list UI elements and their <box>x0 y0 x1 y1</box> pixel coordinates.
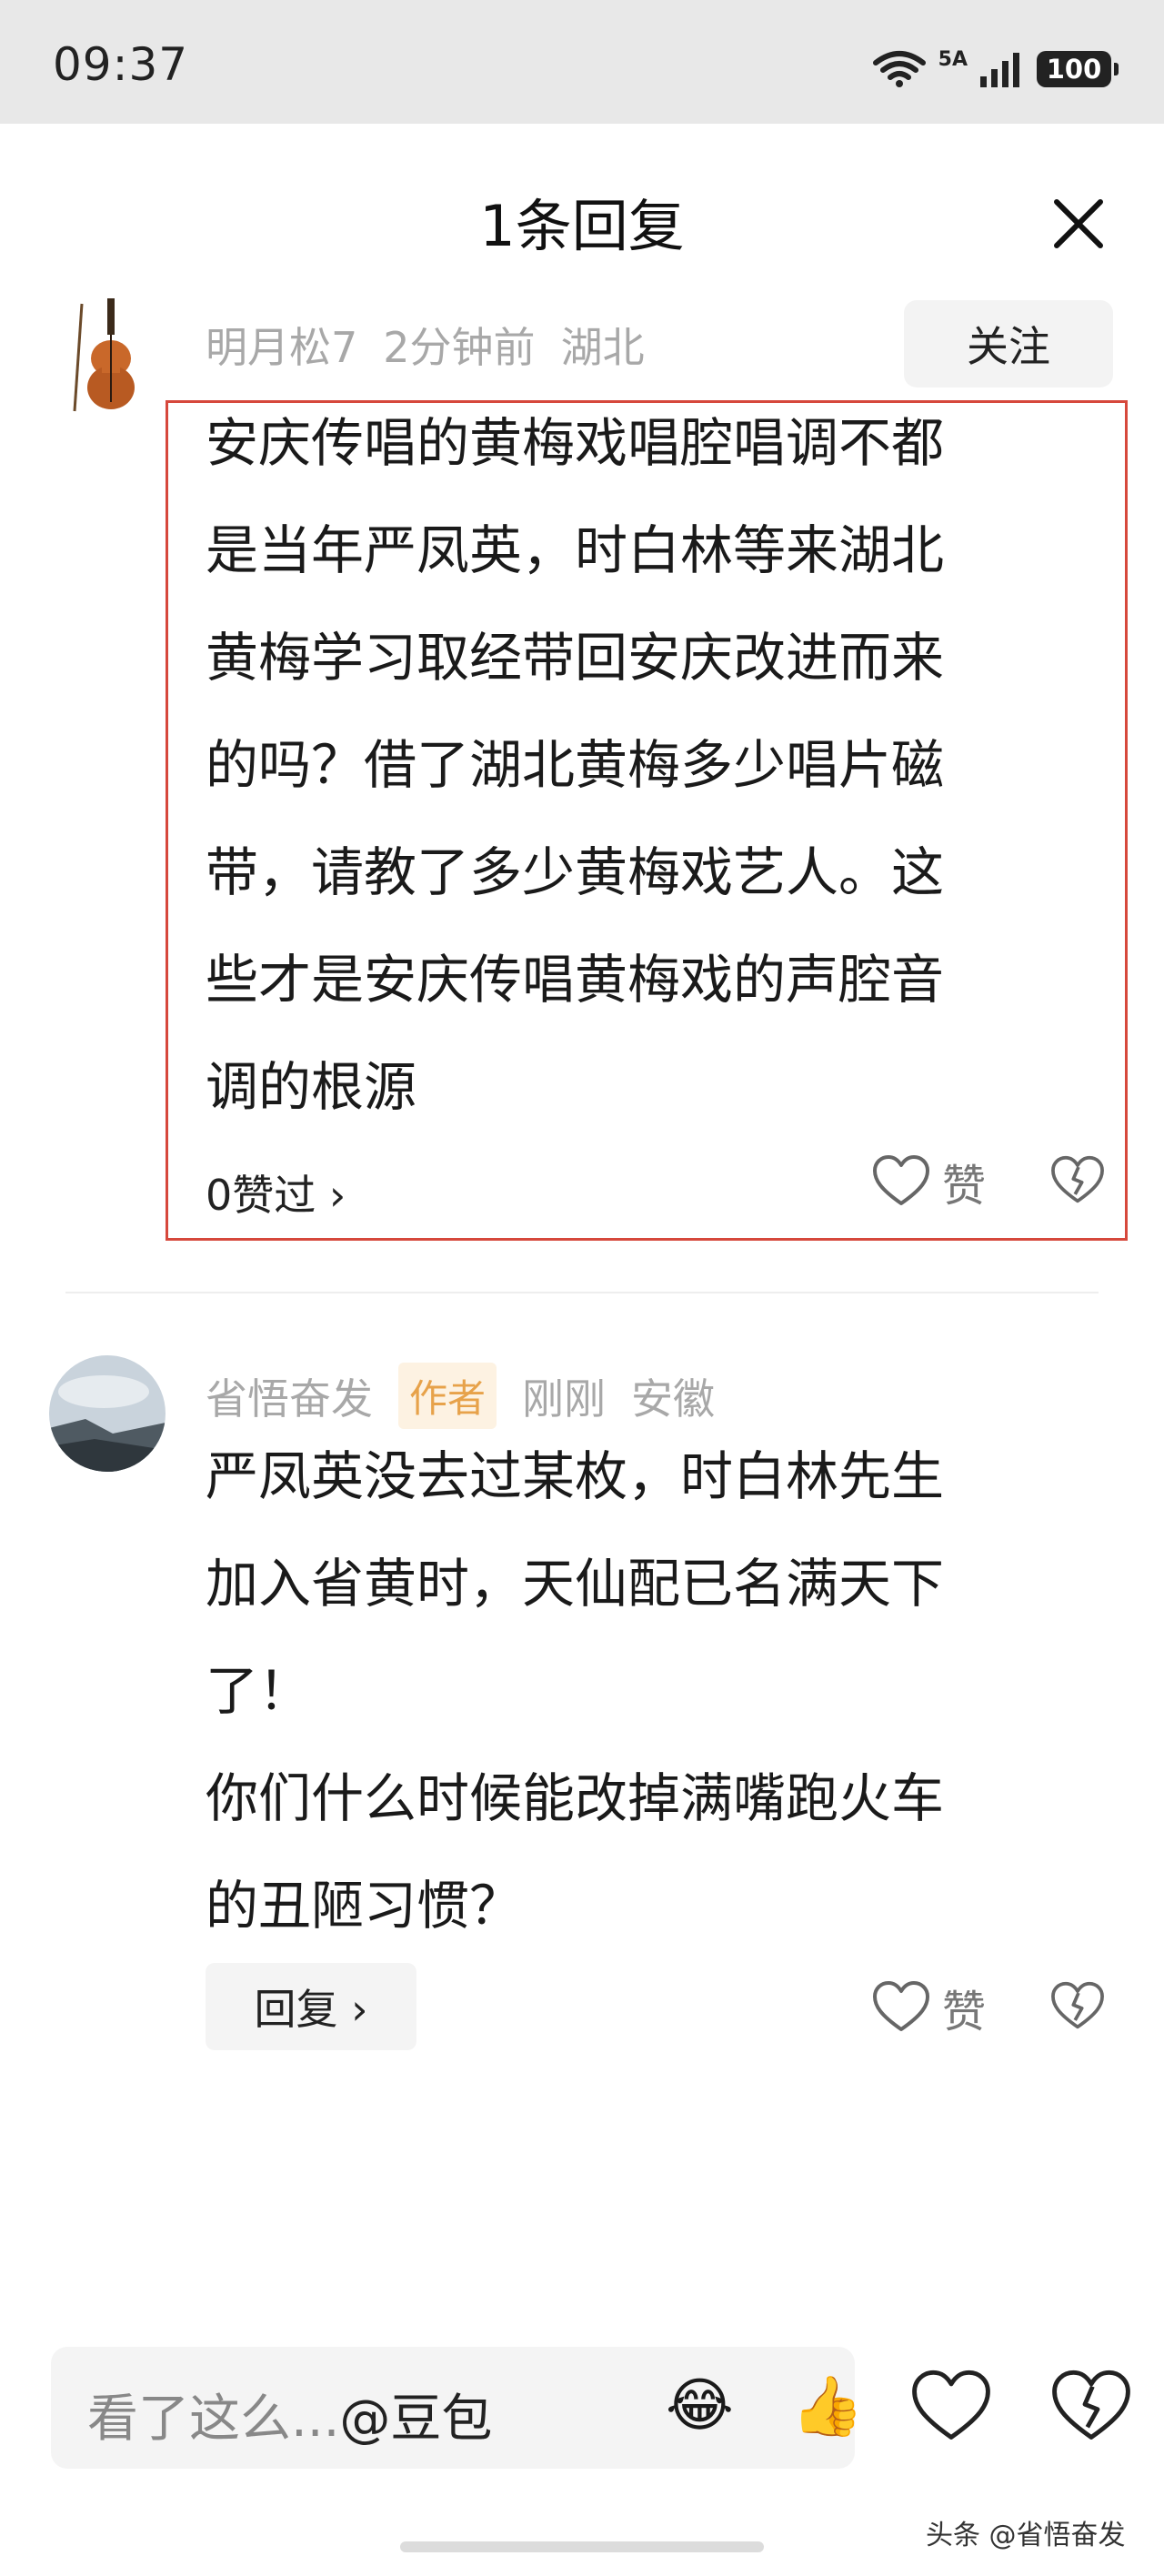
battery-icon: 100 <box>1037 51 1119 87</box>
comment-meta: 明月松7 2分钟前 湖北 <box>206 315 670 375</box>
mention-doubao[interactable]: @豆包 <box>339 2390 492 2449</box>
heart-icon <box>912 2370 990 2440</box>
like-label: 赞 <box>942 1161 987 1212</box>
close-button[interactable] <box>1046 191 1111 257</box>
heart-icon <box>873 1155 929 1205</box>
comment-author[interactable]: 明月松7 <box>206 315 357 375</box>
comment-line: 带，请教了多少黄梅戏艺人。这 <box>206 841 945 903</box>
reply-author[interactable]: 省悟奋发 <box>206 1366 373 1426</box>
wifi-icon <box>872 51 926 87</box>
reply-time: 刚刚 <box>522 1374 607 1424</box>
thumbs-up-emoji-icon[interactable]: 👍 <box>791 2372 864 2440</box>
reply-meta: 省悟奋发 作者 刚刚 安徽 <box>206 1363 740 1429</box>
violin-avatar-image <box>73 298 135 412</box>
comment-time: 2分钟前 <box>383 323 536 372</box>
reply-dislike-button[interactable] <box>1049 1981 1106 2032</box>
page-title: 1条回复 <box>479 193 685 259</box>
reply-body: 严凤英没去过某枚，时白林先生 加入省黄时，天仙配已名满天下 了！ 你们什么时候能… <box>206 1423 1106 1959</box>
like-label: 赞 <box>942 1987 987 2038</box>
reply-line: 你们什么时候能改掉满嘴跑火车 <box>206 1767 945 1829</box>
watermark: 头条 @省悟奋发 <box>926 2520 1126 2551</box>
reply-panel-header: 1条回复 <box>0 164 1164 273</box>
status-indicators: 5A 100 <box>872 44 1119 95</box>
like-button[interactable]: 赞 <box>871 1150 986 1213</box>
comment-location: 湖北 <box>560 323 645 372</box>
heart-icon <box>873 1981 929 2031</box>
placeholder-text: 看了这么... <box>87 2390 340 2449</box>
avatar[interactable] <box>64 295 151 415</box>
reply-location: 安徽 <box>631 1374 716 1424</box>
laugh-emoji-icon[interactable]: 😂 <box>666 2372 734 2440</box>
broken-heart-icon <box>1051 1155 1104 1203</box>
follow-button[interactable]: 关注 <box>904 300 1113 387</box>
bottom-like-button[interactable] <box>909 2369 993 2445</box>
reply-avatar[interactable] <box>49 1355 166 1472</box>
dislike-button[interactable] <box>1049 1155 1106 1206</box>
comment-body: 安庆传唱的黄梅戏唱腔唱调不都 是当年严凤英，时白林等来湖北 黄梅学习取经带回安庆… <box>206 389 1106 1141</box>
reply-line: 严凤英没去过某枚，时白林先生 <box>206 1445 945 1507</box>
close-icon <box>1054 199 1103 248</box>
reply-line: 的丑陋习惯？ <box>206 1875 523 1937</box>
author-badge: 作者 <box>398 1363 497 1429</box>
home-indicator[interactable] <box>400 2541 764 2552</box>
likes-count-link[interactable]: 0赞过 › <box>206 1162 346 1223</box>
status-bar: 09:37 5A 100 <box>0 0 1164 124</box>
comment-line: 调的根源 <box>206 1056 417 1118</box>
reply-line: 了！ <box>206 1660 312 1722</box>
comment-line: 安庆传唱的黄梅戏唱腔唱调不都 <box>206 412 945 474</box>
reply-like-button[interactable]: 赞 <box>871 1976 986 2039</box>
network-type-label: 5A <box>938 47 968 71</box>
reply-button[interactable]: 回复 › <box>206 1963 416 2050</box>
comment-line: 的吗？借了湖北黄梅多少唱片磁 <box>206 734 945 796</box>
reply-line: 加入省黄时，天仙配已名满天下 <box>206 1553 945 1615</box>
broken-heart-icon <box>1052 2370 1130 2440</box>
comment-input[interactable]: 看了这么...@豆包 😂 👍 <box>51 2347 864 2469</box>
comment-line: 些才是安庆传唱黄梅戏的声腔音 <box>206 949 945 1011</box>
bottom-dislike-button[interactable] <box>1049 2369 1133 2445</box>
comment-line: 黄梅学习取经带回安庆改进而来 <box>206 627 945 689</box>
landscape-avatar-image <box>49 1355 166 1472</box>
battery-level: 100 <box>1046 54 1102 85</box>
broken-heart-icon <box>1051 1981 1104 2029</box>
status-time: 09:37 <box>53 38 189 91</box>
comment-line: 是当年严凤英，时白林等来湖北 <box>206 519 945 581</box>
divider <box>65 1292 1099 1293</box>
input-placeholder: 看了这么...@豆包 <box>87 2378 492 2451</box>
signal-icon <box>980 53 1019 87</box>
